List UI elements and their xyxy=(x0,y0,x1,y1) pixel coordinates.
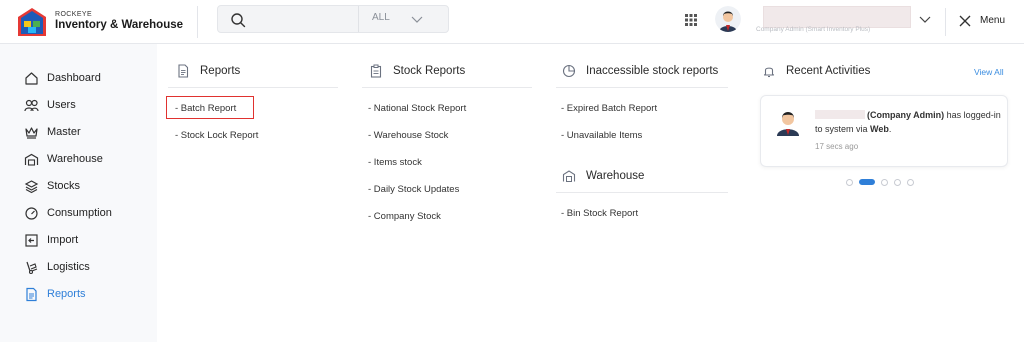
sidebar-item-master[interactable]: Master xyxy=(24,122,81,142)
section-divider xyxy=(362,87,532,88)
user-avatar[interactable] xyxy=(715,6,741,32)
hand-truck-icon xyxy=(26,261,38,274)
link-unavailable-items[interactable]: - Unavailable Items xyxy=(561,130,642,141)
link-company-stock[interactable]: - Company Stock xyxy=(368,211,441,222)
sidebar: Dashboard Users Master Warehouse Stocks … xyxy=(0,44,157,342)
carousel-dot[interactable] xyxy=(859,179,875,185)
section-title: Inaccessible stock reports xyxy=(586,65,719,77)
link-batch-report[interactable]: - Batch Report xyxy=(175,103,236,114)
layers-icon xyxy=(24,179,39,193)
carousel-dot[interactable] xyxy=(846,178,853,186)
sidebar-item-logistics[interactable]: Logistics xyxy=(24,257,90,277)
bell-icon xyxy=(763,67,775,78)
sidebar-item-label: Users xyxy=(47,99,76,111)
activity-message: (Company Admin) has logged-in to system … xyxy=(815,108,1003,136)
warehouse-icon xyxy=(562,170,576,182)
search-icon[interactable] xyxy=(230,12,246,28)
close-icon[interactable] xyxy=(958,14,972,28)
user-avatar xyxy=(777,112,799,136)
chevron-down-icon[interactable] xyxy=(918,12,932,26)
gauge-icon xyxy=(25,206,38,220)
sidebar-item-warehouse[interactable]: Warehouse xyxy=(24,149,103,169)
activity-end: . xyxy=(888,124,892,134)
inaccessible-section-header: Inaccessible stock reports xyxy=(562,61,718,81)
sidebar-item-label: Stocks xyxy=(47,180,81,192)
chevron-down-icon[interactable] xyxy=(410,12,424,26)
search-scope-select[interactable]: ALL xyxy=(372,12,390,23)
carousel-dot[interactable] xyxy=(894,178,901,186)
sidebar-item-stocks[interactable]: Stocks xyxy=(24,176,80,196)
warehouse-icon xyxy=(24,153,39,166)
link-national-stock-report[interactable]: - National Stock Report xyxy=(368,103,466,114)
pie-chart-icon xyxy=(562,64,576,78)
stock-reports-section-header: Stock Reports xyxy=(369,61,465,81)
link-items-stock[interactable]: - Items stock xyxy=(368,157,422,168)
carousel-dot[interactable] xyxy=(881,178,888,186)
sidebar-item-label: Dashboard xyxy=(47,72,101,84)
brand-name: Inventory & Warehouse xyxy=(55,19,184,31)
carousel-dots xyxy=(846,178,920,186)
sidebar-item-label: Consumption xyxy=(47,207,112,219)
sidebar-item-dashboard[interactable]: Dashboard xyxy=(24,68,101,88)
section-title: Stock Reports xyxy=(393,65,466,77)
sidebar-item-label: Logistics xyxy=(47,261,90,273)
top-header: ROCKEYE Inventory & Warehouse ALL Compan… xyxy=(0,0,1024,44)
header-divider xyxy=(945,8,946,36)
search-divider xyxy=(358,6,359,32)
global-search[interactable]: ALL xyxy=(217,5,574,33)
user-name-field[interactable] xyxy=(763,6,911,28)
view-all-link[interactable]: View All xyxy=(974,67,1004,77)
section-title: Recent Activities xyxy=(786,65,871,77)
apps-grid-icon[interactable] xyxy=(684,13,698,27)
report-icon xyxy=(26,287,37,301)
crown-icon xyxy=(25,126,38,139)
carousel-dot[interactable] xyxy=(907,178,914,186)
sidebar-item-label: Reports xyxy=(47,288,86,300)
sidebar-item-reports[interactable]: Reports xyxy=(24,284,86,304)
activity-card[interactable]: (Company Admin) has logged-in to system … xyxy=(760,95,1008,167)
activity-via: Web xyxy=(870,124,889,134)
home-icon xyxy=(25,71,38,85)
document-icon xyxy=(178,64,189,78)
warehouse-section-header: Warehouse xyxy=(562,166,644,186)
link-stock-lock-report[interactable]: - Stock Lock Report xyxy=(175,130,258,141)
sidebar-item-label: Master xyxy=(47,126,81,138)
user-role-text: Company Admin (Smart Inventory Plus) xyxy=(756,26,871,33)
activity-timestamp: 17 secs ago xyxy=(815,142,859,151)
menu-toggle-label[interactable]: Menu xyxy=(980,15,1005,26)
section-title: Reports xyxy=(200,65,241,77)
section-divider xyxy=(556,87,728,88)
section-divider xyxy=(168,87,338,88)
link-expired-batch-report[interactable]: - Expired Batch Report xyxy=(561,103,657,114)
sidebar-item-import[interactable]: Import xyxy=(24,230,78,250)
link-daily-stock-updates[interactable]: - Daily Stock Updates xyxy=(368,184,459,195)
brand-small-text: ROCKEYE xyxy=(55,11,93,18)
link-bin-stock-report[interactable]: - Bin Stock Report xyxy=(561,208,638,219)
section-divider xyxy=(556,192,728,193)
sidebar-item-users[interactable]: Users xyxy=(24,95,76,115)
recent-activities-header: Recent Activities xyxy=(762,61,870,81)
sidebar-item-label: Import xyxy=(47,234,79,246)
header-divider xyxy=(197,6,198,38)
sidebar-item-label: Warehouse xyxy=(47,153,103,165)
section-title: Warehouse xyxy=(586,170,645,182)
activity-role: (Company Admin) xyxy=(867,110,945,120)
users-icon xyxy=(24,99,39,111)
clipboard-icon xyxy=(370,64,382,78)
import-icon xyxy=(25,233,38,247)
reports-section-header: Reports xyxy=(176,61,240,81)
sidebar-item-consumption[interactable]: Consumption xyxy=(24,203,112,223)
rockeye-logo[interactable] xyxy=(16,6,48,38)
link-warehouse-stock[interactable]: - Warehouse Stock xyxy=(368,130,448,141)
